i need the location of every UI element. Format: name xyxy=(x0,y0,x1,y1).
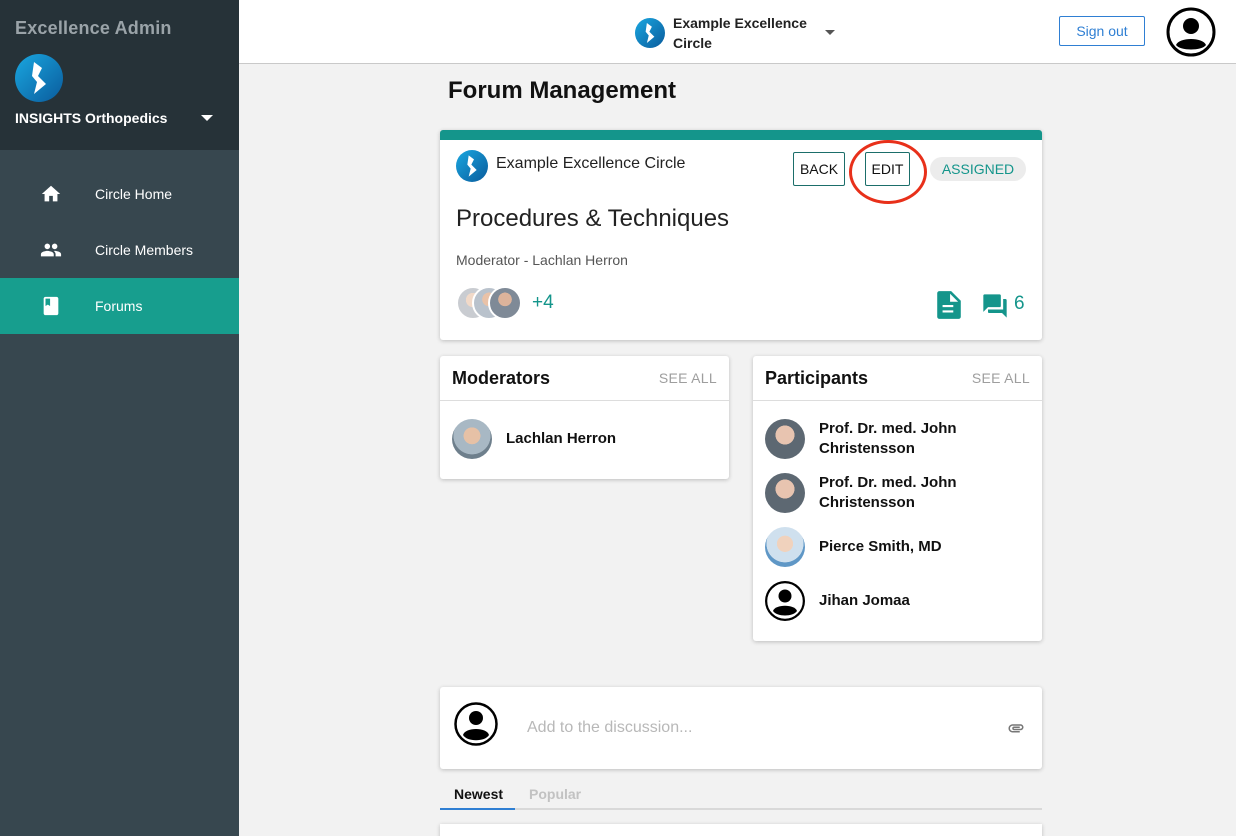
sidebar: Excellence Admin INSIGHTS Orthopedics Ci… xyxy=(0,0,239,836)
participants-title: Participants xyxy=(765,367,869,388)
user-avatar-icon xyxy=(454,702,498,746)
list-item[interactable]: Jihan Jomaa xyxy=(753,581,1042,621)
tab-newest[interactable]: Newest xyxy=(454,786,503,802)
sign-out-button[interactable]: Sign out xyxy=(1059,16,1145,46)
forum-circle-name: Example Excellence Circle xyxy=(496,155,686,172)
document-icon[interactable] xyxy=(936,290,962,320)
edit-button[interactable]: EDIT xyxy=(865,152,910,186)
see-all-participants-link[interactable]: SEE ALL xyxy=(972,370,1030,386)
caret-down-icon[interactable] xyxy=(201,115,213,121)
caret-down-icon[interactable] xyxy=(825,30,835,35)
see-all-moderators-link[interactable]: SEE ALL xyxy=(659,370,717,386)
discussion-tabs: Newest Popular xyxy=(440,780,1042,810)
avatar xyxy=(765,527,805,567)
discussion-composer: Add to the discussion... xyxy=(440,687,1042,769)
person-name: Pierce Smith, MD xyxy=(819,538,942,555)
list-item[interactable]: Prof. Dr. med. John Christensson xyxy=(753,473,1042,513)
user-avatar-icon[interactable] xyxy=(1166,7,1216,57)
person-name: Jihan Jomaa xyxy=(819,592,910,609)
list-item[interactable]: Pierce Smith, MD xyxy=(753,527,1042,567)
page-title: Forum Management xyxy=(448,77,677,104)
member-avatar-stack[interactable] xyxy=(456,286,526,322)
people-icon xyxy=(40,239,62,261)
comment-count: 6 xyxy=(1014,293,1025,314)
status-badge: ASSIGNED xyxy=(930,157,1026,181)
org-name[interactable]: INSIGHTS Orthopedics xyxy=(15,110,167,126)
moderators-title: Moderators xyxy=(452,367,551,388)
sidebar-nav: Circle Home Circle Members Forums xyxy=(0,166,239,334)
forum-moderator: Moderator - Lachlan Herron xyxy=(456,252,628,268)
person-name: Prof. Dr. med. John Christensson xyxy=(819,420,957,457)
avatar xyxy=(452,419,492,459)
sidebar-header: Excellence Admin INSIGHTS Orthopedics xyxy=(0,0,239,150)
sidebar-item-circle-members[interactable]: Circle Members xyxy=(0,222,239,278)
sidebar-item-circle-home[interactable]: Circle Home xyxy=(0,166,239,222)
extra-members-count: +4 xyxy=(532,292,554,313)
tab-popular[interactable]: Popular xyxy=(529,786,581,802)
sidebar-item-label: Circle Home xyxy=(95,186,173,202)
avatar xyxy=(488,286,522,320)
book-icon xyxy=(40,295,62,317)
participants-card: Participants SEE ALL Prof. Dr. med. John… xyxy=(753,356,1042,641)
avatar xyxy=(765,473,805,513)
circle-switcher-label: Example Excellence Circle xyxy=(673,15,807,51)
person-name: Prof. Dr. med. John Christensson xyxy=(819,474,957,511)
sidebar-item-forums[interactable]: Forums xyxy=(0,278,239,334)
default-avatar-icon xyxy=(765,581,805,621)
discussion-input[interactable]: Add to the discussion... xyxy=(527,719,692,737)
home-icon xyxy=(40,183,62,205)
moderators-header: Moderators SEE ALL xyxy=(440,356,729,401)
circle-switcher[interactable]: Example Excellence Circle xyxy=(635,13,813,53)
list-item[interactable]: Lachlan Herron xyxy=(440,419,729,459)
back-button[interactable]: BACK xyxy=(793,152,845,186)
sidebar-item-label: Forums xyxy=(95,298,143,314)
post-card xyxy=(440,824,1042,836)
circle-logo-icon xyxy=(635,18,665,48)
active-tab-indicator xyxy=(440,808,515,810)
forum-title: Procedures & Techniques xyxy=(456,205,730,232)
comments-icon[interactable] xyxy=(980,292,1010,320)
list-item[interactable]: Prof. Dr. med. John Christensson xyxy=(753,419,1042,459)
circle-logo-icon xyxy=(456,150,488,182)
forum-card: Example Excellence Circle BACK EDIT ASSI… xyxy=(440,130,1042,340)
brand-logo-icon xyxy=(15,54,63,102)
sidebar-item-label: Circle Members xyxy=(95,242,194,258)
person-name: Lachlan Herron xyxy=(506,430,617,447)
participants-header: Participants SEE ALL xyxy=(753,356,1042,401)
top-bar: Example Excellence Circle Sign out xyxy=(239,0,1236,64)
admin-title: Excellence Admin xyxy=(15,18,172,38)
avatar xyxy=(765,419,805,459)
moderators-card: Moderators SEE ALL Lachlan Herron xyxy=(440,356,729,479)
attachment-icon[interactable] xyxy=(1006,719,1026,737)
